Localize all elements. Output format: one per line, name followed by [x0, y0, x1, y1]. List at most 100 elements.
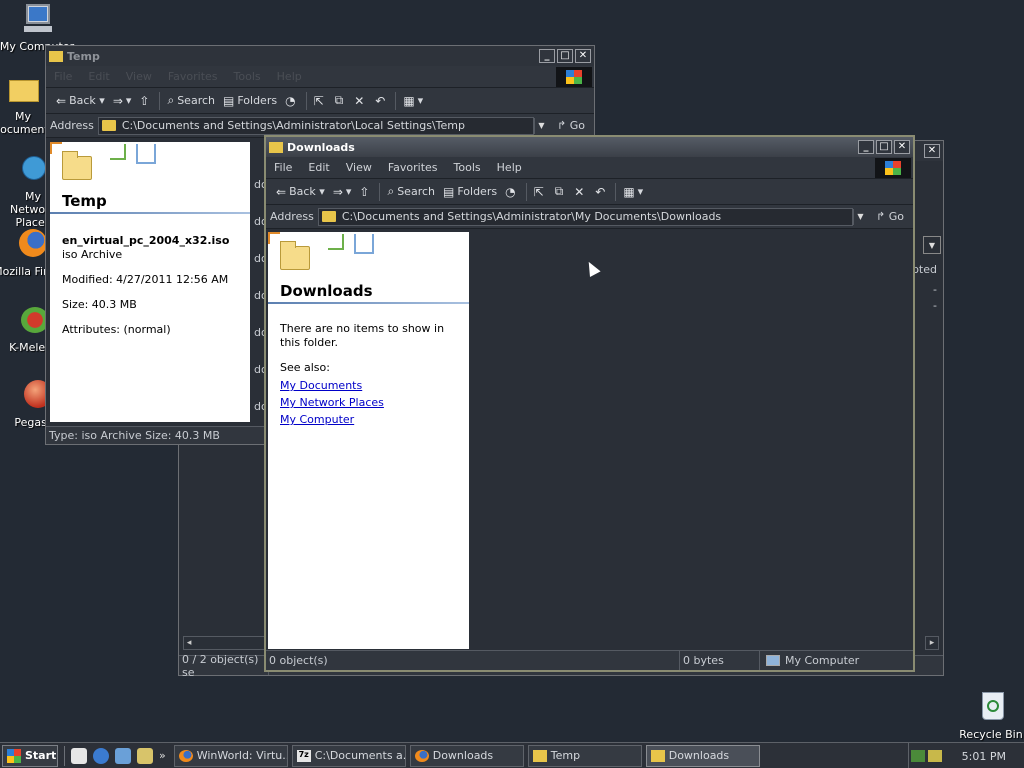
views-button[interactable]: ▦ ▾ [399, 90, 427, 112]
clock[interactable]: 5:01 PM [962, 750, 1006, 763]
downloads-explorer-window[interactable]: Downloads _ □ ✕ File Edit View Favorites… [264, 135, 915, 672]
scroll-right-button[interactable]: ▸ [925, 636, 939, 650]
history-button[interactable]: ◔ [281, 90, 302, 112]
close-button[interactable]: ✕ [924, 144, 940, 158]
forward-button[interactable]: ⇒ ▾ [329, 181, 356, 203]
taskbar-button-temp[interactable]: Temp [527, 744, 642, 767]
file-attributes: Attributes: (normal) [62, 323, 171, 336]
folders-label: Folders [237, 94, 278, 107]
volume-tray-icon[interactable] [927, 750, 942, 762]
address-label: Address [270, 210, 314, 223]
horizontal-scrollbar[interactable]: ◂ [183, 636, 269, 650]
menu-file[interactable]: File [266, 161, 300, 174]
undo-button[interactable]: ↶ [371, 90, 392, 112]
taskbar-button-downloads-folder[interactable]: Downloads [645, 744, 760, 767]
up-folder-button[interactable]: ⇧ [355, 181, 376, 203]
menu-view[interactable]: View [338, 161, 380, 174]
link-my-documents[interactable]: My Documents [280, 377, 457, 394]
folders-button[interactable]: ▤ Folders [439, 181, 501, 203]
task-pane: Downloads There are no items to show in … [268, 232, 469, 649]
pane-banner: Temp [50, 142, 250, 214]
folder-icon [280, 241, 310, 270]
desktop-icon-recycle-bin[interactable]: Recycle Bin [951, 690, 1024, 741]
quicklaunch-search-icon[interactable] [137, 747, 153, 764]
go-button[interactable]: ↱ Go [548, 119, 594, 132]
go-arrow-icon: ↱ [557, 119, 567, 132]
close-button[interactable]: ✕ [575, 49, 591, 63]
file-size: Size: 40.3 MB [62, 298, 137, 311]
back-button[interactable]: ⇐ Back ▾ [272, 181, 329, 203]
desktop-icon-label: Recycle Bin [959, 728, 1023, 741]
title-bar[interactable]: Temp _ □ ✕ [46, 46, 594, 66]
quicklaunch-calendar-icon[interactable] [71, 747, 87, 764]
maximize-button[interactable]: □ [557, 49, 573, 63]
forward-arrow-icon: ⇒ [112, 93, 123, 108]
history-button[interactable]: ◔ [501, 181, 522, 203]
minimize-button[interactable]: _ [539, 49, 555, 63]
menu-edit[interactable]: Edit [80, 70, 117, 83]
go-button[interactable]: ↱ Go [867, 210, 913, 223]
taskbar-button-7zip[interactable]: 7z C:\Documents a... [291, 744, 406, 767]
taskbar-button-label: Downloads [668, 749, 730, 762]
start-button[interactable]: Start [2, 744, 58, 767]
list-dash: - [933, 299, 937, 312]
move-to-button[interactable]: ⇱ [530, 181, 551, 203]
address-field[interactable]: C:\Documents and Settings\Administrator\… [97, 116, 534, 135]
quicklaunch-network-icon[interactable] [115, 747, 131, 764]
status-text: Type: iso Archive Size: 40.3 MB [49, 429, 220, 442]
window-title: Temp [67, 49, 100, 63]
folder-icon [532, 749, 547, 762]
column-header: pted [911, 263, 937, 276]
back-button[interactable]: ⇐ Back ▾ [52, 90, 109, 112]
link-my-network-places[interactable]: My Network Places [280, 394, 457, 411]
taskbar-button-downloads-browser[interactable]: Downloads [409, 744, 524, 767]
address-dropdown-button[interactable]: ▼ [534, 117, 548, 134]
forward-button[interactable]: ⇒ ▾ [109, 90, 136, 112]
file-list-view[interactable] [469, 232, 913, 649]
folders-button[interactable]: ▤ Folders [219, 90, 281, 112]
toolbar: ⇐ Back ▾ ⇒ ▾ ⇧ ⌕ Search ▤ Folders ◔ ⇱ ⧉ ✕ ↶ … [46, 88, 594, 114]
pane-title: Downloads [280, 282, 373, 300]
copy-to-button[interactable]: ⧉ [551, 181, 571, 203]
views-icon: ▦ [403, 93, 415, 108]
title-bar[interactable]: Downloads _ □ ✕ [266, 137, 913, 157]
search-button[interactable]: ⌕ Search [383, 181, 439, 203]
address-field[interactable]: C:\Documents and Settings\Administrator\… [317, 207, 853, 226]
folder-icon [269, 141, 283, 153]
quicklaunch-more-icon[interactable]: » [159, 749, 166, 762]
menu-help[interactable]: Help [489, 161, 530, 174]
go-arrow-icon: ↱ [876, 210, 886, 223]
file-type: iso Archive [62, 248, 123, 261]
history-icon: ◔ [285, 93, 296, 108]
quicklaunch-ie-icon[interactable] [93, 747, 109, 764]
dropdown-arrow-icon[interactable]: ▼ [923, 236, 941, 254]
minimize-button[interactable]: _ [858, 140, 874, 154]
network-tray-icon[interactable] [910, 750, 925, 762]
address-dropdown-button[interactable]: ▼ [853, 208, 867, 225]
menu-help[interactable]: Help [269, 70, 310, 83]
menu-favorites[interactable]: Favorites [160, 70, 226, 83]
back-label: Back [289, 185, 316, 198]
maximize-button[interactable]: □ [876, 140, 892, 154]
views-button[interactable]: ▦ ▾ [619, 181, 647, 203]
delete-button[interactable]: ✕ [350, 90, 371, 112]
delete-button[interactable]: ✕ [570, 181, 591, 203]
close-button[interactable]: ✕ [894, 140, 910, 154]
forward-arrow-icon: ⇒ [332, 184, 343, 199]
taskbar-button-winworld[interactable]: WinWorld: Virtu... [173, 744, 288, 767]
menu-file[interactable]: File [46, 70, 80, 83]
search-button[interactable]: ⌕ Search [163, 90, 219, 112]
link-my-computer[interactable]: My Computer [280, 411, 457, 428]
file-modified: Modified: 4/27/2011 12:56 AM [62, 273, 229, 286]
menu-favorites[interactable]: Favorites [380, 161, 446, 174]
menu-view[interactable]: View [118, 70, 160, 83]
undo-button[interactable]: ↶ [591, 181, 612, 203]
go-label: Go [569, 119, 585, 132]
menu-edit[interactable]: Edit [300, 161, 337, 174]
copy-to-button[interactable]: ⧉ [331, 90, 351, 112]
taskbar-button-label: Downloads [432, 749, 494, 762]
up-folder-button[interactable]: ⇧ [135, 90, 156, 112]
move-to-button[interactable]: ⇱ [310, 90, 331, 112]
menu-tools[interactable]: Tools [446, 161, 489, 174]
menu-tools[interactable]: Tools [226, 70, 269, 83]
